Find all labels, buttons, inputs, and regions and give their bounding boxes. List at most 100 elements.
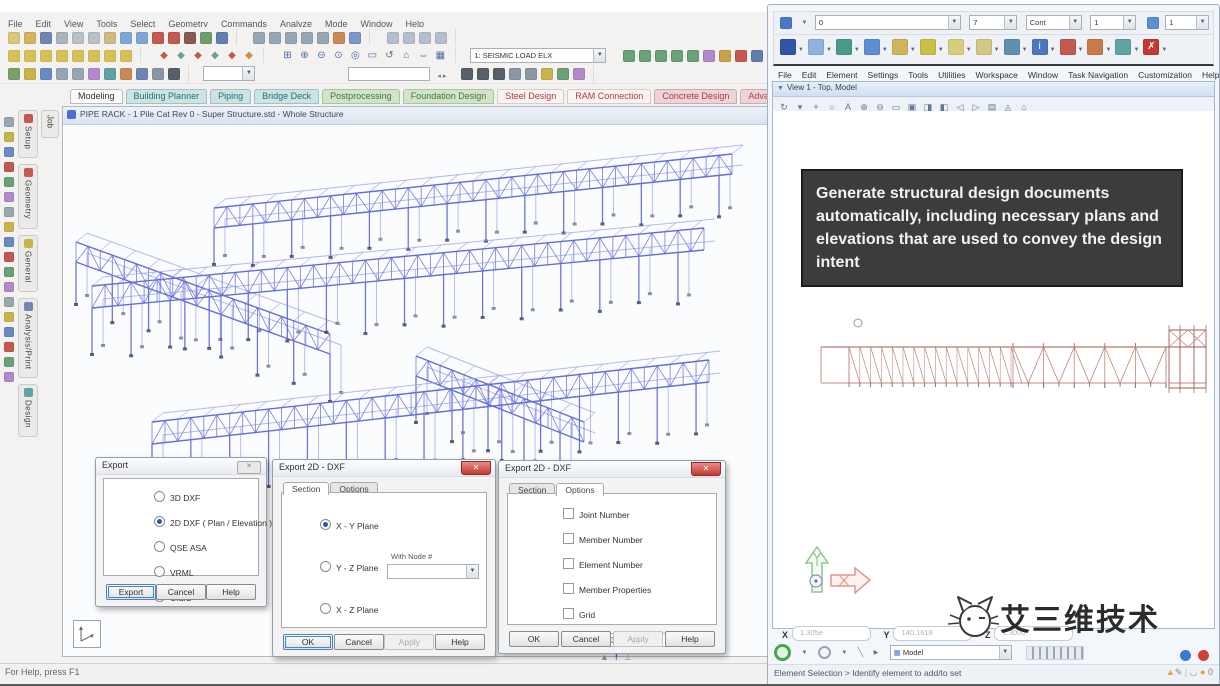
add-surface-icon[interactable] <box>56 50 68 62</box>
chevron-down-icon[interactable]: ▼ <box>854 47 860 53</box>
side-tool-icon[interactable] <box>4 267 14 277</box>
checkbox[interactable] <box>563 533 574 544</box>
chevron-down-icon[interactable]: ▼ <box>801 20 807 26</box>
active-level-dropdown[interactable]: 0▼ <box>815 15 961 30</box>
zoom-out-icon[interactable]: ⊖ <box>315 50 328 62</box>
arc-icon[interactable]: ◡ <box>1190 667 1198 677</box>
measure-icon[interactable] <box>1004 39 1020 55</box>
copy-icon[interactable] <box>88 32 100 44</box>
chevron-down-icon[interactable]: ▼ <box>1004 16 1016 29</box>
view-top-icon[interactable] <box>285 32 297 44</box>
apply-button[interactable]: Apply <box>613 631 663 647</box>
dimension-icon[interactable] <box>168 32 180 44</box>
menu-window[interactable]: Window <box>1028 70 1058 80</box>
print-icon[interactable] <box>56 32 68 44</box>
new-file-icon[interactable] <box>8 32 20 44</box>
page-tab-general[interactable]: General <box>18 235 38 292</box>
radio-button[interactable] <box>320 603 331 614</box>
side-tool-icon[interactable] <box>4 252 14 262</box>
grid-view-icon[interactable]: ▦ <box>434 50 447 62</box>
snap-warning-icon[interactable]: ▲ <box>1166 667 1175 677</box>
page-tab-geometry[interactable]: Geometry <box>18 164 38 228</box>
chevron-down-icon[interactable]: ▼ <box>1105 47 1111 53</box>
ok-button[interactable]: OK <box>509 631 559 647</box>
radio-button[interactable] <box>154 516 165 527</box>
tab-modeling[interactable]: Modeling <box>70 89 123 104</box>
cells-icon[interactable] <box>976 39 992 55</box>
change-attributes-icon[interactable] <box>1115 39 1131 55</box>
plate-cursor-icon[interactable] <box>493 68 505 80</box>
references-icon[interactable] <box>864 39 880 55</box>
flag-icon[interactable] <box>1087 39 1103 55</box>
cancel-button[interactable]: Cancel <box>156 584 206 600</box>
labels-toggle-icon[interactable] <box>88 68 100 80</box>
select-cursor-icon[interactable] <box>168 68 180 80</box>
radio-x-y-plane[interactable]: X - Y Plane <box>320 519 486 531</box>
snap-node-beam-icon[interactable]: ◆ <box>157 50 170 62</box>
line-weight-dropdown[interactable]: 1▼ <box>1090 15 1136 30</box>
active-element-icon[interactable] <box>780 17 792 29</box>
tab-job[interactable]: Job <box>41 110 59 138</box>
curved-member-icon[interactable] <box>104 50 116 62</box>
cut-icon[interactable] <box>72 32 84 44</box>
element-selection-icon[interactable] <box>780 39 796 55</box>
class-icon[interactable] <box>1147 17 1159 29</box>
drawing-canvas[interactable]: Generate structural design documents aut… <box>773 111 1214 628</box>
render-3d-icon[interactable] <box>104 68 116 80</box>
axes-toggle-icon[interactable] <box>56 68 68 80</box>
chevron-down-icon[interactable]: ▼ <box>910 47 916 53</box>
query-icon[interactable] <box>200 32 212 44</box>
diagrams-icon[interactable] <box>120 68 132 80</box>
side-tool-icon[interactable] <box>4 297 14 307</box>
home-view-icon[interactable]: ⌂ <box>400 50 413 62</box>
chevron-down-icon[interactable]: ▼ <box>242 67 254 80</box>
chevron-down-icon[interactable]: ▼ <box>938 47 944 53</box>
menu-help[interactable]: Help <box>1202 70 1219 80</box>
radio-x-z-plane[interactable]: X - Z Plane <box>320 603 486 615</box>
chevron-down-icon[interactable]: ▼ <box>466 565 478 578</box>
side-tool-icon[interactable] <box>4 327 14 337</box>
geometry-cursor-icon[interactable] <box>509 68 521 80</box>
tab-building-planner[interactable]: Building Planner <box>126 89 208 104</box>
cascade-icon[interactable] <box>435 32 447 44</box>
radio-button[interactable] <box>154 541 165 552</box>
side-tool-icon[interactable] <box>4 282 14 292</box>
move-tool-icon[interactable] <box>687 50 699 62</box>
run-analysis-icon[interactable] <box>184 32 196 44</box>
grid-toggle-icon[interactable] <box>72 68 84 80</box>
chevron-down-icon[interactable]: ▼ <box>801 650 807 656</box>
analyze-icon[interactable]: i <box>1032 39 1048 55</box>
load-case-dropdown[interactable]: 1: SEISMIC LOAD ELX▼ <box>470 48 606 63</box>
checkbox[interactable] <box>563 608 574 619</box>
side-tool-icon[interactable] <box>4 162 14 172</box>
connect-beams-icon[interactable] <box>88 50 100 62</box>
help-button[interactable]: Help <box>665 631 715 647</box>
checkbox[interactable] <box>563 558 574 569</box>
zoom-extents-icon[interactable]: ◎ <box>349 50 362 62</box>
view-side-icon[interactable] <box>301 32 313 44</box>
highlight-icon[interactable] <box>541 68 553 80</box>
add-beam-icon[interactable] <box>8 50 20 62</box>
tab-bridge-deck[interactable]: Bridge Deck <box>254 89 319 104</box>
radio-qse-asa[interactable]: QSE ASA <box>154 541 258 553</box>
x-coordinate-field[interactable]: 1.305e <box>792 626 871 641</box>
pen-icon[interactable]: ✎ <box>1175 667 1183 677</box>
checkbox-grid[interactable]: Grid <box>563 608 716 620</box>
menu-utilities[interactable]: Utilities <box>938 70 965 80</box>
circular-repeat-icon[interactable] <box>639 50 651 62</box>
tab-foundation-design[interactable]: Foundation Design <box>403 89 495 104</box>
view-titlebar[interactable]: ▼View 1 - Top, Model <box>773 82 1214 97</box>
menu-task-navigation[interactable]: Task Navigation <box>1068 70 1128 80</box>
tab-piping[interactable]: Piping <box>210 89 251 104</box>
insert-node-2-icon[interactable] <box>719 50 731 62</box>
fence-icon[interactable] <box>808 39 824 55</box>
side-tool-icon[interactable] <box>4 357 14 367</box>
side-tool-icon[interactable] <box>4 207 14 217</box>
open-file-icon[interactable] <box>24 32 36 44</box>
accusnap-toggle-icon[interactable] <box>774 644 791 661</box>
snap-node-plate-icon[interactable]: ◆ <box>174 50 187 62</box>
line-style-dropdown[interactable]: Cont▼ <box>1026 15 1082 30</box>
info-dot-icon[interactable] <box>1180 650 1191 661</box>
generate-icon[interactable] <box>703 50 715 62</box>
models-icon[interactable] <box>836 39 852 55</box>
